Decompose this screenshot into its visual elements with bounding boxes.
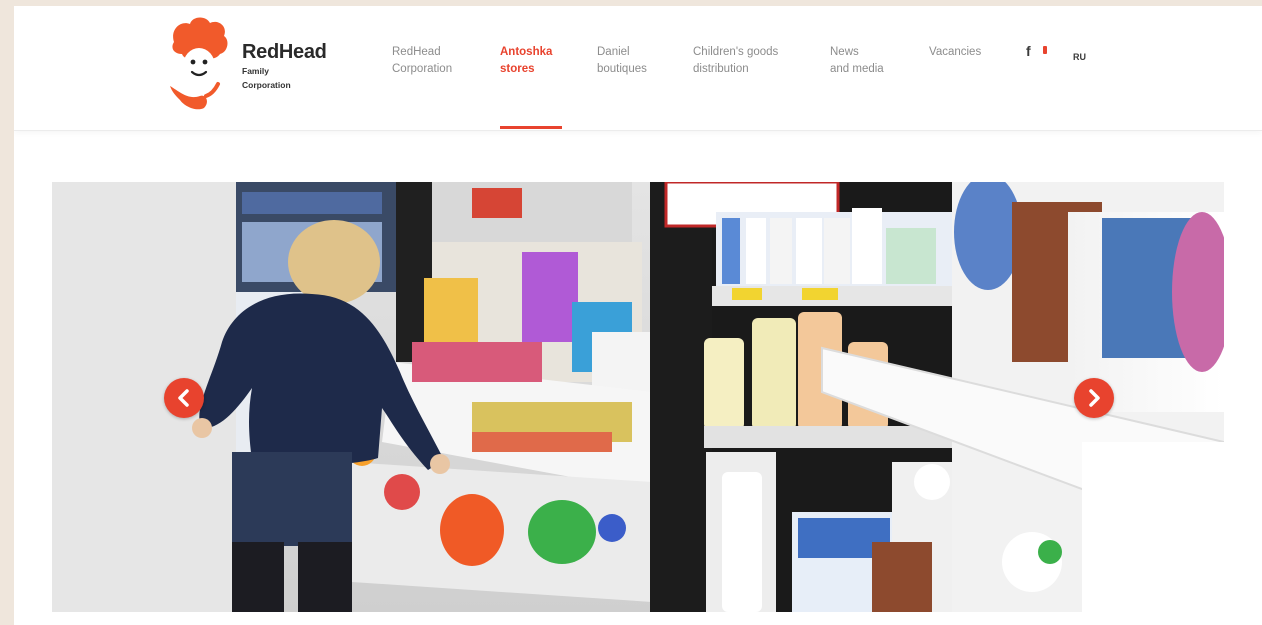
nav-item-label-line1: RedHead: [392, 46, 441, 58]
nav-item-label-line1: News: [830, 46, 859, 58]
nav-item-redhead-corporation[interactable]: RedHead Corporation: [392, 44, 452, 78]
brand-title: RedHead: [242, 41, 327, 63]
brand-subtitle-line2: Corporation: [242, 80, 291, 90]
nav-item-label-line1: Daniel: [597, 46, 630, 58]
nav-item-label-line2: boutiques: [597, 63, 647, 75]
nav-item-label-line1: Children's goods: [693, 46, 779, 58]
social-link-icon[interactable]: [1043, 46, 1047, 54]
language-switcher[interactable]: RU: [1073, 52, 1086, 62]
nav-item-antoshka-stores[interactable]: Antoshka stores: [500, 44, 552, 78]
nav-item-label-line2: distribution: [693, 63, 749, 75]
nav-item-childrens-goods-distribution[interactable]: Children's goods distribution: [693, 44, 778, 78]
nav-item-label-line2: and media: [830, 63, 884, 75]
slider-prev-button[interactable]: [164, 378, 204, 418]
chevron-left-icon: [178, 389, 189, 407]
nav-item-label-line1: Vacancies: [929, 46, 982, 58]
active-nav-indicator: [500, 126, 562, 129]
chevron-right-icon: [1089, 389, 1100, 407]
brand-subtitle-line1: Family: [242, 66, 269, 76]
nav-item-label-line2: Corporation: [392, 63, 453, 75]
brand-logo[interactable]: RedHead Family Corporation: [166, 16, 346, 111]
page: RedHead Family Corporation RedHead Corpo…: [14, 6, 1262, 625]
hero-slider: [52, 182, 1224, 612]
store-photo: [52, 182, 1224, 612]
site-header: RedHead Family Corporation RedHead Corpo…: [14, 6, 1262, 131]
nav-item-label-line1: Antoshka: [500, 46, 553, 58]
nav-item-vacancies[interactable]: Vacancies: [929, 44, 981, 61]
nav-item-daniel-boutiques[interactable]: Daniel boutiques: [597, 44, 647, 78]
nav-item-label-line2: stores: [500, 63, 535, 75]
nav-item-news-and-media[interactable]: News and media: [830, 44, 884, 78]
slider-next-button[interactable]: [1074, 378, 1114, 418]
facebook-icon[interactable]: f: [1026, 43, 1031, 59]
redhead-mascot-icon: [170, 17, 228, 110]
